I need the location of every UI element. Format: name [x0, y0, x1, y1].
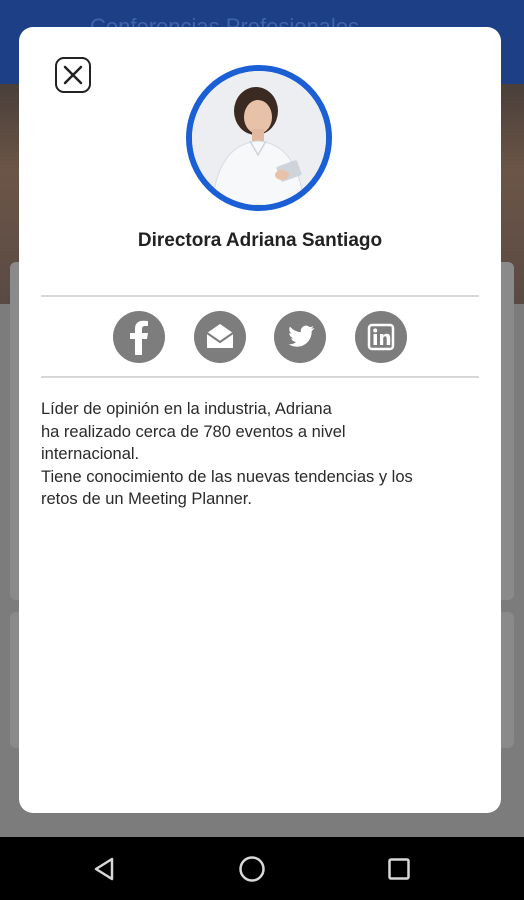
facebook-button[interactable]: [113, 311, 165, 363]
email-button[interactable]: [194, 311, 246, 363]
bio-line: retos de un Meeting Planner.: [41, 490, 252, 508]
back-icon: [94, 857, 114, 881]
linkedin-button[interactable]: [355, 311, 407, 363]
bio-line: ha realizado cerca de 780 eventos a nive…: [41, 422, 346, 441]
speaker-profile-dialog: Directora Adriana Santiago Líder de opin…: [19, 27, 501, 813]
divider: [41, 376, 479, 378]
system-navigation-bar: [0, 837, 524, 900]
email-icon: [206, 324, 234, 348]
facebook-icon: [130, 320, 148, 355]
close-icon: [63, 65, 83, 85]
speaker-avatar: [186, 65, 332, 211]
speaker-bio: Líder de opinión en la industria, Adrian…: [41, 398, 481, 511]
bio-line: Líder de opinión en la industria, Adrian…: [41, 400, 332, 418]
twitter-button[interactable]: [274, 311, 326, 363]
bio-line: Tiene conocimiento de las nuevas tendenc…: [41, 467, 413, 486]
divider: [41, 295, 479, 297]
twitter-icon: [288, 325, 315, 347]
recent-apps-button[interactable]: [381, 851, 417, 887]
home-icon: [239, 856, 265, 882]
bio-line: internacional.: [41, 445, 140, 463]
linkedin-icon: [367, 323, 395, 351]
back-button[interactable]: [86, 851, 122, 887]
home-button[interactable]: [234, 851, 270, 887]
close-button[interactable]: [55, 57, 91, 93]
speaker-name: Directora Adriana Santiago: [137, 230, 383, 251]
recent-apps-icon: [388, 858, 410, 880]
